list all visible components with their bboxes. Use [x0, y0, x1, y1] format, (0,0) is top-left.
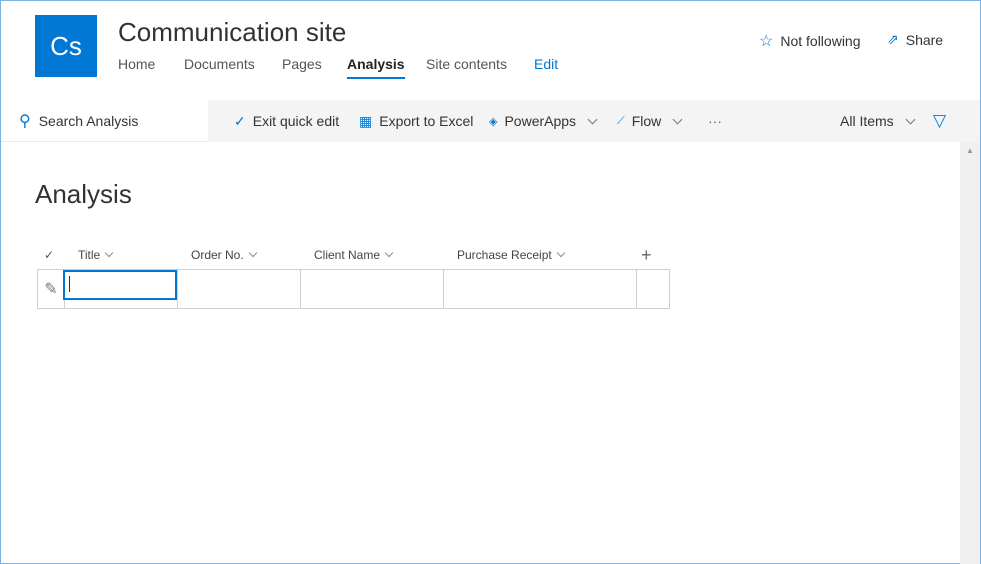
flow-button[interactable]: ⟋ Flow [617, 100, 685, 142]
column-header-client-name[interactable]: Client Name [314, 241, 396, 269]
column-label: Purchase Receipt [457, 248, 552, 262]
edit-row-icon: ✎ [37, 269, 65, 309]
excel-icon: ▦ [359, 112, 373, 129]
share-label: Share [905, 31, 944, 48]
nav-documents[interactable]: Documents [184, 56, 255, 72]
follow-button[interactable]: ☆ Not following [759, 31, 861, 51]
search-icon: ⚲ [19, 112, 31, 130]
follow-label: Not following [780, 33, 861, 49]
select-all-checkbox[interactable]: ✓ [44, 241, 54, 269]
order-no-cell[interactable] [177, 269, 301, 309]
view-label: All Items [840, 113, 894, 129]
export-excel-button[interactable]: ▦ Export to Excel [359, 100, 473, 142]
star-icon: ☆ [759, 33, 774, 50]
client-name-cell[interactable] [300, 269, 444, 309]
search-box[interactable]: ⚲ Search Analysis [1, 100, 208, 142]
title-cell[interactable] [63, 269, 178, 309]
list-title: Analysis [35, 179, 132, 209]
flow-icon: ⟋ [617, 114, 625, 127]
chevron-down-icon [672, 114, 683, 124]
nav-analysis[interactable]: Analysis [347, 56, 405, 79]
powerapps-button[interactable]: ◈ PowerApps [489, 100, 600, 142]
column-label: Client Name [314, 248, 381, 262]
column-header-purchase-receipt[interactable]: Purchase Receipt [457, 241, 568, 269]
flow-label: Flow [631, 113, 662, 129]
filter-icon[interactable]: ▽ [933, 100, 946, 142]
chevron-down-icon [905, 114, 916, 124]
site-logo[interactable]: Cs [35, 15, 97, 77]
view-selector[interactable]: All Items [840, 100, 918, 142]
more-button[interactable]: ··· [708, 100, 722, 142]
share-button[interactable]: ⇗ Share [887, 31, 943, 48]
add-column-cell [636, 269, 670, 309]
purchase-receipt-cell[interactable] [443, 269, 637, 309]
logo-text: Cs [50, 30, 82, 61]
nav-home[interactable]: Home [118, 56, 155, 72]
title-input[interactable] [63, 270, 177, 300]
nav-site-contents[interactable]: Site contents [426, 56, 507, 72]
column-header-order-no[interactable]: Order No. [191, 241, 260, 269]
nav-pages[interactable]: Pages [282, 56, 322, 72]
powerapps-icon: ◈ [489, 115, 498, 128]
scroll-up-icon[interactable]: ▲ [960, 146, 980, 155]
chevron-down-icon [384, 248, 394, 258]
add-column-button[interactable]: + [641, 241, 652, 269]
share-icon: ⇗ [887, 31, 899, 47]
export-label: Export to Excel [379, 113, 474, 129]
nav-edit[interactable]: Edit [534, 56, 558, 72]
powerapps-label: PowerApps [504, 113, 577, 129]
column-header-title[interactable]: Title [78, 241, 116, 269]
site-title[interactable]: Communication site [118, 17, 346, 48]
chevron-down-icon [248, 248, 257, 258]
column-label: Title [78, 248, 101, 262]
scrollbar[interactable]: ▲ [960, 142, 980, 564]
search-placeholder: Search Analysis [38, 112, 139, 129]
exit-quick-edit-label: Exit quick edit [252, 113, 340, 129]
check-icon: ✓ [234, 112, 246, 129]
chevron-down-icon [104, 248, 114, 258]
chevron-down-icon [587, 114, 598, 124]
exit-quick-edit-button[interactable]: ✓ Exit quick edit [234, 100, 339, 142]
chevron-down-icon [556, 248, 565, 258]
column-label: Order No. [191, 248, 244, 262]
